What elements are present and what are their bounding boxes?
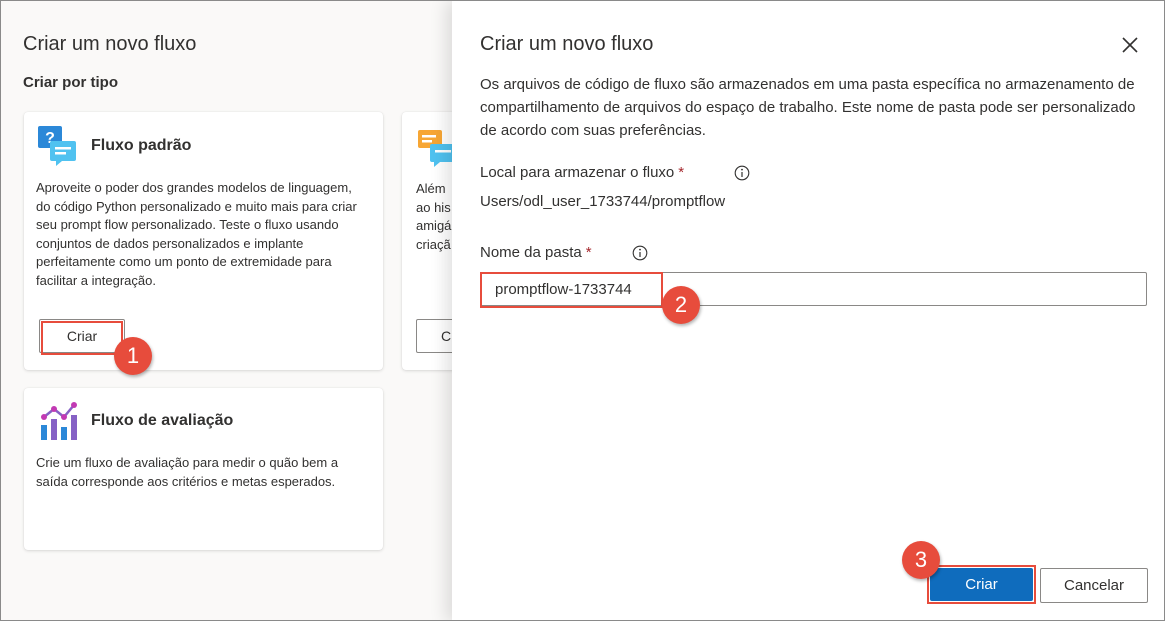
- dialog-description: Os arquivos de código de fluxo são armaz…: [480, 76, 1136, 139]
- chat-flow-description: Além ao his amigá criaçã: [416, 180, 451, 254]
- cancel-button[interactable]: Cancelar: [1040, 568, 1148, 603]
- gallery-subtitle: Criar por tipo: [23, 74, 119, 91]
- evaluation-flow-description: Crie um fluxo de avaliação para medir o …: [36, 455, 339, 489]
- storage-location-value: Users/odl_user_1733744/promptflow: [480, 193, 726, 210]
- storage-location-label: Local para armazenar o fluxo *: [480, 164, 684, 181]
- chart-evaluation-icon: [38, 401, 80, 443]
- standard-flow-description: Aproveite o poder dos grandes modelos de…: [36, 180, 357, 288]
- highlight-standard-create: [41, 321, 123, 355]
- create-flow-dialog: Criar um novo fluxo Os arquivos de códig…: [452, 1, 1164, 620]
- standard-flow-title: Fluxo padrão: [91, 137, 192, 154]
- required-marker: *: [585, 244, 592, 261]
- highlight-folder-input: [480, 272, 663, 308]
- chat-flow-description-line: amigá: [416, 218, 452, 233]
- info-icon[interactable]: [632, 245, 648, 261]
- gallery-title: Criar um novo fluxo: [23, 33, 197, 55]
- info-icon[interactable]: [734, 165, 750, 181]
- chat-question-icon: ?: [36, 125, 78, 167]
- folder-name-label-text: Nome da pasta: [480, 244, 582, 261]
- step-badge-1: 1: [114, 337, 152, 375]
- evaluation-flow-card[interactable]: Fluxo de avaliação Crie um fluxo de aval…: [24, 388, 383, 550]
- highlight-create-button: [927, 565, 1036, 604]
- dialog-title: Criar um novo fluxo: [480, 33, 654, 55]
- evaluation-flow-title: Fluxo de avaliação: [91, 412, 234, 429]
- storage-location-label-text: Local para armazenar o fluxo: [480, 164, 675, 181]
- chat-flow-description-line: ao his: [416, 199, 451, 215]
- chat-flow-description-line: criaçã: [416, 236, 451, 252]
- screenshot-frame: Criar um novo fluxo Criar por tipo ? Flu…: [0, 0, 1165, 621]
- step-badge-3: 3: [902, 541, 940, 579]
- close-icon[interactable]: [1116, 31, 1144, 59]
- create-flow-gallery: Criar um novo fluxo Criar por tipo ? Flu…: [1, 1, 482, 620]
- required-marker: *: [678, 164, 685, 181]
- folder-name-label: Nome da pasta *: [480, 244, 592, 261]
- chat-flow-description-line: Além: [416, 181, 446, 196]
- step-badge-2: 2: [662, 286, 700, 324]
